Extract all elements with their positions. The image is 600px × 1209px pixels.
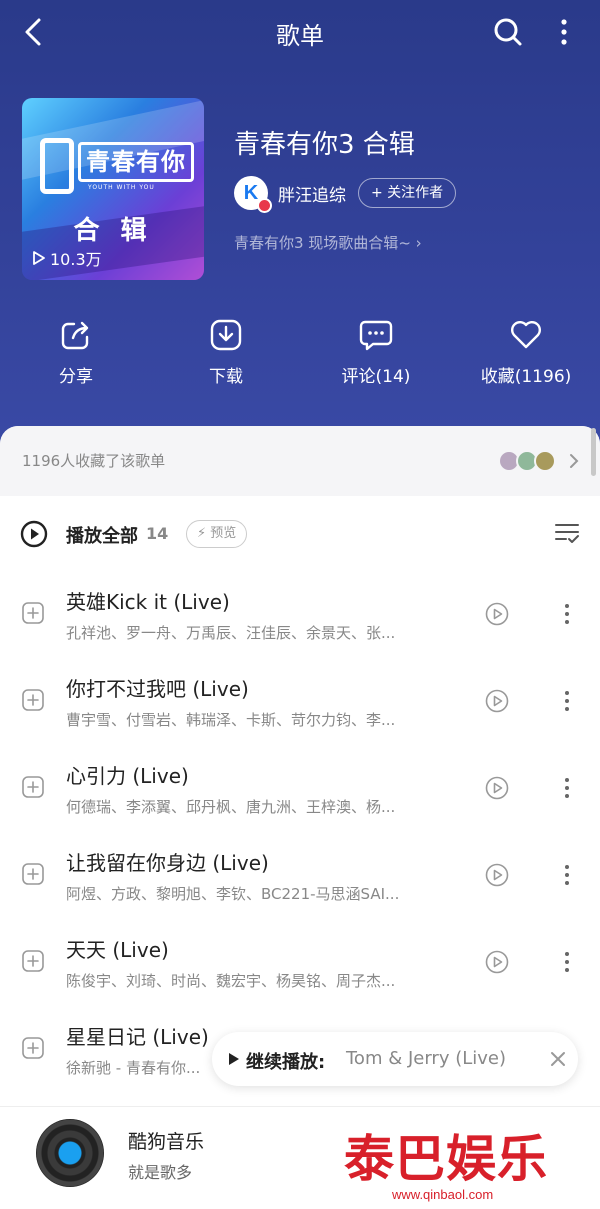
collectors-bar[interactable]: 1196人收藏了该歌单 xyxy=(0,426,600,496)
scrollbar[interactable] xyxy=(591,428,596,476)
share-button[interactable]: 分享 xyxy=(16,318,136,387)
mv-play-icon[interactable] xyxy=(485,602,509,626)
mv-play-icon[interactable] xyxy=(485,776,509,800)
add-icon[interactable] xyxy=(22,776,44,798)
comment-icon xyxy=(359,320,393,351)
action-bar: 分享 下载 评论(14) 收藏(1196) xyxy=(0,318,600,398)
collectors-text: 1196人收藏了该歌单 xyxy=(22,452,166,470)
playlist-description[interactable]: 青春有你3 现场歌曲合辑~ › xyxy=(234,232,422,253)
song-title: 心引力 (Live) xyxy=(66,764,189,788)
resume-playback-pill[interactable]: 继续播放: Tom & Jerry (Live) xyxy=(212,1032,578,1086)
cover-subtitle: 合 辑 xyxy=(73,216,153,246)
comment-button[interactable]: 评论(14) xyxy=(316,318,436,387)
share-label: 分享 xyxy=(59,367,93,387)
add-icon[interactable] xyxy=(22,950,44,972)
song-row[interactable]: 心引力 (Live) 何德瑞、李添翼、邱丹枫、唐九洲、王梓澳、杨... xyxy=(0,746,600,833)
avatar xyxy=(534,450,556,472)
song-artists: 孔祥池、罗一舟、万禹辰、汪佳辰、余景天、张... xyxy=(66,624,396,642)
song-artists: 曹宇雪、付雪岩、韩瑞泽、卡斯、苛尔力钧、李... xyxy=(66,711,396,729)
resume-label: 继续播放: xyxy=(246,1052,326,1073)
cover-logo-mark xyxy=(40,138,74,194)
add-icon[interactable] xyxy=(22,602,44,624)
play-count-icon xyxy=(33,251,45,265)
play-count: 10.3万 xyxy=(32,246,102,270)
song-more-icon[interactable] xyxy=(558,774,576,802)
mv-play-icon[interactable] xyxy=(485,950,509,974)
song-artists: 何德瑞、李添翼、邱丹枫、唐九洲、王梓澳、杨... xyxy=(66,798,396,816)
watermark: 泰巴娱乐 www.qinbaol.com xyxy=(344,1115,600,1205)
song-artists: 陈俊宇、刘琦、时尚、魏宏宇、杨昊铭、周子杰... xyxy=(66,972,396,990)
share-icon xyxy=(61,321,89,350)
vinyl-disc-icon[interactable] xyxy=(36,1119,104,1187)
song-row[interactable]: 你打不过我吧 (Live) 曹宇雪、付雪岩、韩瑞泽、卡斯、苛尔力钧、李... xyxy=(0,659,600,746)
song-more-icon[interactable] xyxy=(558,861,576,889)
author-name[interactable]: 胖汪追综 xyxy=(278,181,346,206)
cover-brand: 青春有你 xyxy=(78,142,194,182)
play-icon xyxy=(229,1053,239,1065)
song-title: 让我留在你身边 (Live) xyxy=(66,851,269,875)
song-artists: 阿煜、方政、黎明旭、李钦、BC221-马思涵SAI... xyxy=(66,885,400,903)
song-title: 星星日记 (Live) xyxy=(66,1025,209,1049)
song-count: 14 xyxy=(146,524,169,543)
mv-play-icon[interactable] xyxy=(485,863,509,887)
song-row[interactable]: 让我留在你身边 (Live) 阿煜、方政、黎明旭、李钦、BC221-马思涵SAI… xyxy=(0,833,600,920)
watermark-logo: 泰巴娱乐 xyxy=(344,1130,548,1188)
song-more-icon[interactable] xyxy=(558,687,576,715)
playlist-cover[interactable]: 青春有你 YOUTH WITH YOU 合 辑 10.3万 xyxy=(22,98,204,280)
song-row[interactable]: 天天 (Live) 陈俊宇、刘琦、时尚、魏宏宇、杨昊铭、周子杰... xyxy=(0,920,600,1007)
resume-song: Tom & Jerry (Live) xyxy=(346,1048,507,1069)
song-title: 你打不过我吧 (Live) xyxy=(66,677,249,701)
add-icon[interactable] xyxy=(22,689,44,711)
watermark-url: www.qinbaol.com xyxy=(392,1187,494,1202)
play-all-row: 播放全部 14 ⚡ 预览 xyxy=(0,512,600,556)
song-more-icon[interactable] xyxy=(558,600,576,628)
play-all-button[interactable]: 播放全部 xyxy=(66,522,138,548)
song-title: 天天 (Live) xyxy=(66,938,169,962)
top-nav: 歌单 xyxy=(0,0,600,64)
app-name: 酷狗音乐 xyxy=(128,1131,205,1153)
play-count-value: 10.3万 xyxy=(50,250,102,269)
song-row[interactable]: 英雄Kick it (Live) 孔祥池、罗一舟、万禹辰、汪佳辰、余景天、张..… xyxy=(0,572,600,659)
heart-icon xyxy=(511,321,541,349)
author-avatar[interactable]: K xyxy=(234,176,272,213)
mv-play-icon[interactable] xyxy=(485,689,509,713)
app-slogan: 就是歌多 xyxy=(128,1163,193,1182)
play-all-icon[interactable] xyxy=(20,520,48,548)
song-more-icon[interactable] xyxy=(558,948,576,976)
preview-button[interactable]: ⚡ 预览 xyxy=(186,520,248,548)
author-row: K 胖汪追综 + 关注作者 xyxy=(234,176,457,213)
download-button[interactable]: 下载 xyxy=(166,318,286,387)
more-icon[interactable] xyxy=(552,14,576,50)
download-label: 下载 xyxy=(209,367,243,387)
collector-avatars xyxy=(498,450,562,472)
search-icon[interactable] xyxy=(492,16,524,48)
cover-brand-sub: YOUTH WITH YOU xyxy=(88,184,155,191)
song-list: 英雄Kick it (Live) 孔祥池、罗一舟、万禹辰、汪佳辰、余景天、张..… xyxy=(0,572,600,1094)
app-footer: 酷狗音乐 就是歌多 泰巴娱乐 www.qinbaol.com xyxy=(0,1106,600,1209)
close-icon[interactable] xyxy=(550,1051,566,1067)
multi-select-icon[interactable] xyxy=(554,520,580,546)
playlist-header: 歌单 青春有你 YOUTH WITH YOU 合 辑 10.3万 青春有你3 合… xyxy=(0,0,600,460)
download-icon xyxy=(210,319,242,351)
favorite-label: 收藏(1196) xyxy=(480,367,572,387)
preview-label: 预览 xyxy=(210,526,237,541)
song-title: 英雄Kick it (Live) xyxy=(66,590,230,614)
playlist-title: 青春有你3 合辑 xyxy=(234,130,415,160)
add-icon[interactable] xyxy=(22,1037,44,1059)
chevron-right-icon xyxy=(570,454,579,468)
follow-author-button[interactable]: + 关注作者 xyxy=(358,178,457,208)
verified-badge-icon xyxy=(257,198,272,213)
song-list-sheet: 1196人收藏了该歌单 播放全部 14 ⚡ 预览 英雄Kick it (Live… xyxy=(0,426,600,1106)
comment-label: 评论(14) xyxy=(341,367,411,387)
favorite-button[interactable]: 收藏(1196) xyxy=(466,318,586,387)
add-icon[interactable] xyxy=(22,863,44,885)
